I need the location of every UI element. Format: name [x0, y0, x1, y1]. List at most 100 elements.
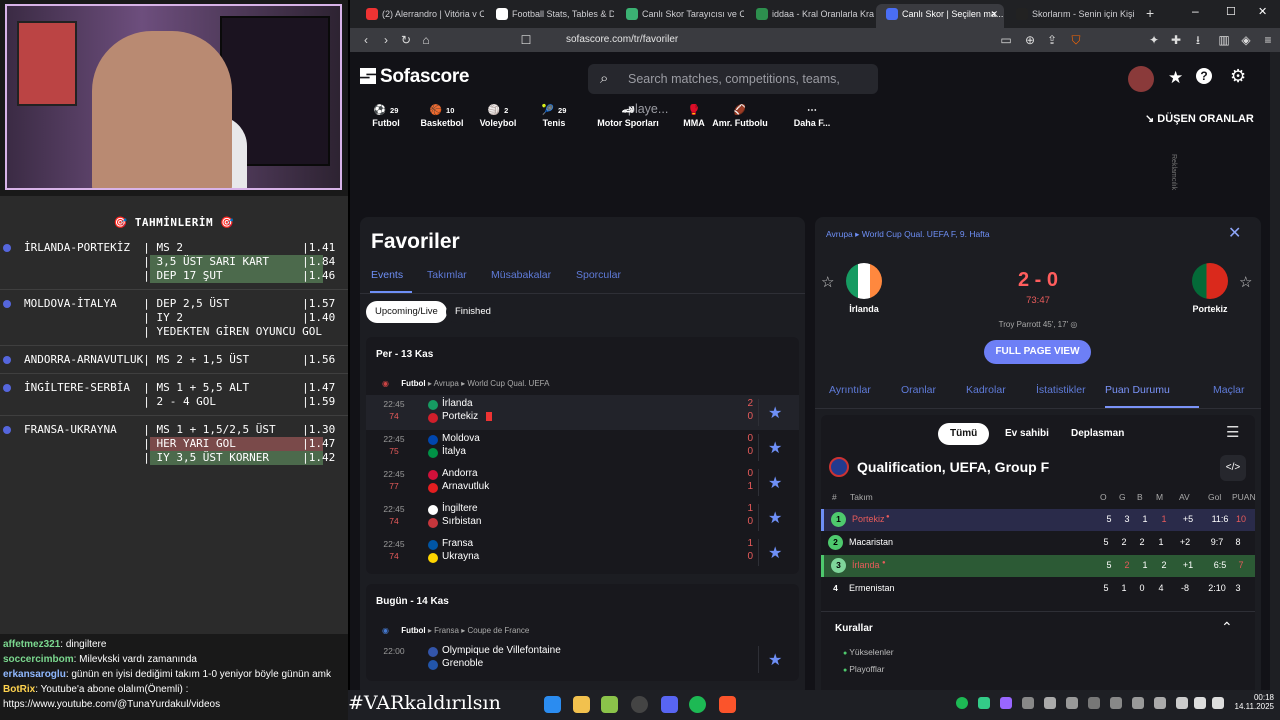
- close-icon[interactable]: ✕: [1228, 223, 1241, 243]
- favorite-star-icon[interactable]: ★: [768, 438, 782, 458]
- bookmark-icon[interactable]: ☐: [518, 32, 534, 48]
- list-menu-icon[interactable]: ☰: [1226, 423, 1239, 441]
- tray-discord-icon[interactable]: [1044, 697, 1056, 709]
- menu-icon[interactable]: ≡: [1260, 32, 1276, 48]
- match-row[interactable]: 22:00 Olympique de Villefontaine Grenoble ★: [366, 642, 799, 677]
- window-close-icon[interactable]: ✕: [1258, 5, 1267, 18]
- browser-tab[interactable]: (2) Alerrandro | Vitória v Cr...: [356, 4, 484, 28]
- tray-shield-icon[interactable]: [1022, 697, 1034, 709]
- detail-tab[interactable]: Ayrıntılar: [829, 384, 871, 396]
- search-input[interactable]: ⌕ Search matches, competitions, teams, p…: [588, 64, 878, 116]
- brave-icon[interactable]: [719, 696, 736, 713]
- detail-tab[interactable]: İstatistikler: [1036, 384, 1086, 396]
- settings-gear-icon[interactable]: ⚙: [1230, 66, 1246, 87]
- favorite-star-icon[interactable]: ★: [768, 403, 782, 423]
- match-row[interactable]: 22:45 74 İngiltere Sırbistan 1 0 ★: [366, 500, 799, 535]
- favorite-star-icon[interactable]: ★: [768, 508, 782, 528]
- tray-pen-icon[interactable]: [1000, 697, 1012, 709]
- detail-tab[interactable]: Puan Durumu: [1105, 384, 1170, 396]
- puzzle-icon[interactable]: ✚: [1168, 32, 1184, 48]
- standings-filter[interactable]: Deplasman: [1059, 423, 1136, 445]
- file-explorer-icon[interactable]: [573, 696, 590, 713]
- home-icon[interactable]: ⌂: [418, 32, 434, 48]
- tray-cloud-icon[interactable]: [1132, 697, 1144, 709]
- tray-controller-icon[interactable]: [1110, 697, 1122, 709]
- spotify-icon[interactable]: [689, 696, 706, 713]
- detail-tab[interactable]: Maçlar: [1213, 384, 1245, 396]
- minimize-icon[interactable]: –: [1192, 4, 1199, 18]
- filter-pill[interactable]: Upcoming/Live: [366, 301, 447, 323]
- browser-tab[interactable]: Canlı Skor | Seçilen ma... ✕: [876, 4, 1004, 28]
- sofascore-logo[interactable]: Sofascore: [360, 66, 469, 88]
- tray-app-icon[interactable]: [978, 697, 990, 709]
- reload-icon[interactable]: ↻: [398, 32, 414, 48]
- maximize-icon[interactable]: ☐: [1226, 5, 1236, 18]
- windows-start-icon[interactable]: [544, 696, 561, 713]
- standings-filter[interactable]: Ev sahibi: [993, 423, 1061, 445]
- match-row[interactable]: 22:45 74 Fransa Ukrayna 1 0 ★: [366, 535, 799, 570]
- tray-spotify-icon[interactable]: [956, 697, 968, 709]
- match-row[interactable]: 22:45 77 Andorra Arnavutluk 0 1 ★: [366, 465, 799, 500]
- competition-row[interactable]: ◉ Futbol ▸ Fransa ▸ Coupe de France: [382, 626, 529, 635]
- browser-tab[interactable]: Canlı Skor Tarayıcısı ve Canlı...: [616, 4, 744, 28]
- discord-icon[interactable]: [661, 696, 678, 713]
- volume-icon[interactable]: [1212, 697, 1224, 709]
- clock[interactable]: 00:18 14.11.2025: [1230, 693, 1274, 711]
- filter-pill[interactable]: Finished: [446, 301, 500, 323]
- competition-row[interactable]: ◉ Futbol ▸ Avrupa ▸ World Cup Qual. UEFA: [382, 379, 549, 388]
- obs-icon[interactable]: [631, 696, 648, 713]
- sport-tab[interactable]: ⋯ Daha F...: [784, 104, 840, 128]
- breadcrumb[interactable]: Avrupa ▸ World Cup Qual. UEFA F, 9. Haft…: [826, 229, 990, 240]
- sport-tab[interactable]: 🏎 Motor Sporları: [590, 104, 666, 128]
- url-field[interactable]: sofascore.com/tr/favoriler: [538, 31, 1008, 49]
- tray-chevron-icon[interactable]: [1176, 697, 1188, 709]
- cast-icon[interactable]: ▭: [998, 32, 1014, 48]
- chevron-up-icon[interactable]: ⌃: [1221, 619, 1233, 636]
- notepad-icon[interactable]: [601, 696, 618, 713]
- download-icon[interactable]: ⭳: [1190, 32, 1206, 48]
- back-icon[interactable]: ‹: [358, 32, 374, 48]
- embed-code-icon[interactable]: </>: [1220, 455, 1246, 481]
- extension-icon[interactable]: ✦: [1146, 32, 1162, 48]
- detail-tab[interactable]: Oranlar: [901, 384, 936, 396]
- sport-tab[interactable]: ⚽ 29 Futbol: [358, 104, 414, 128]
- favorites-tab[interactable]: Sporcular: [576, 269, 621, 281]
- forward-icon[interactable]: ›: [378, 32, 394, 48]
- standings-row[interactable]: 1 Portekiz ● 5 3 1 1 +5 11:6 10: [821, 509, 1255, 531]
- sport-tab[interactable]: 🎾 29 Tenis: [526, 104, 582, 128]
- wallet-icon[interactable]: ◈: [1238, 32, 1254, 48]
- network-icon[interactable]: [1194, 697, 1206, 709]
- browser-tab[interactable]: Skorlarım - Senin için Kişisel...: [1006, 4, 1134, 28]
- favorite-star-icon[interactable]: ★: [768, 473, 782, 493]
- browser-tab[interactable]: Football Stats, Tables & Dat...: [486, 4, 614, 28]
- share-icon[interactable]: ⇪: [1044, 32, 1060, 48]
- sport-tab[interactable]: 🏈 Amr. Futbolu: [712, 104, 768, 128]
- standings-filter[interactable]: Tümü: [938, 423, 990, 445]
- favorite-star-icon[interactable]: ★: [768, 650, 782, 670]
- dropping-odds-link[interactable]: ↘ DÜŞEN ORANLAR: [1145, 112, 1254, 125]
- standings-row[interactable]: 2 Macaristan 5 2 2 1 +2 9:7 8: [821, 532, 1255, 554]
- new-tab-icon[interactable]: +: [1146, 5, 1154, 21]
- standings-row[interactable]: 3 İrlanda ● 5 2 1 2 +1 6:5 7: [821, 555, 1255, 577]
- favorites-tab[interactable]: Events: [371, 269, 403, 281]
- full-page-view-button[interactable]: FULL PAGE VIEW: [984, 340, 1091, 364]
- match-row[interactable]: 22:45 75 Moldova İtalya 0 0 ★: [366, 430, 799, 465]
- tab-close-icon[interactable]: ✕: [990, 4, 998, 24]
- favorites-tab[interactable]: Müsabakalar: [491, 269, 551, 281]
- zoom-icon[interactable]: ⊕: [1022, 32, 1038, 48]
- tray-steam-icon[interactable]: [1088, 697, 1100, 709]
- detail-tab[interactable]: Kadrolar: [966, 384, 1006, 396]
- sport-tab[interactable]: 🏐 2 Voleybol: [470, 104, 526, 128]
- match-row[interactable]: 22:45 74 İrlanda Portekiz 2 0 ★: [366, 395, 799, 430]
- favorite-star-icon[interactable]: ★: [768, 543, 782, 563]
- avatar[interactable]: [1128, 66, 1154, 92]
- tray-doc-icon[interactable]: [1066, 697, 1078, 709]
- brave-shield-icon[interactable]: ⛉: [1068, 32, 1084, 48]
- tray-gpu-icon[interactable]: [1154, 697, 1166, 709]
- standings-row[interactable]: 4 Ermenistan 5 1 0 4 -8 2:10 3: [821, 578, 1255, 600]
- browser-tab[interactable]: iddaa - Kral Oranlarla Kralla...: [746, 4, 874, 28]
- favorites-tab[interactable]: Takımlar: [427, 269, 467, 281]
- favorites-star-icon[interactable]: ★: [1168, 68, 1183, 88]
- sport-tab[interactable]: 🏀 10 Basketbol: [414, 104, 470, 128]
- sidebar-icon[interactable]: ▥: [1216, 32, 1232, 48]
